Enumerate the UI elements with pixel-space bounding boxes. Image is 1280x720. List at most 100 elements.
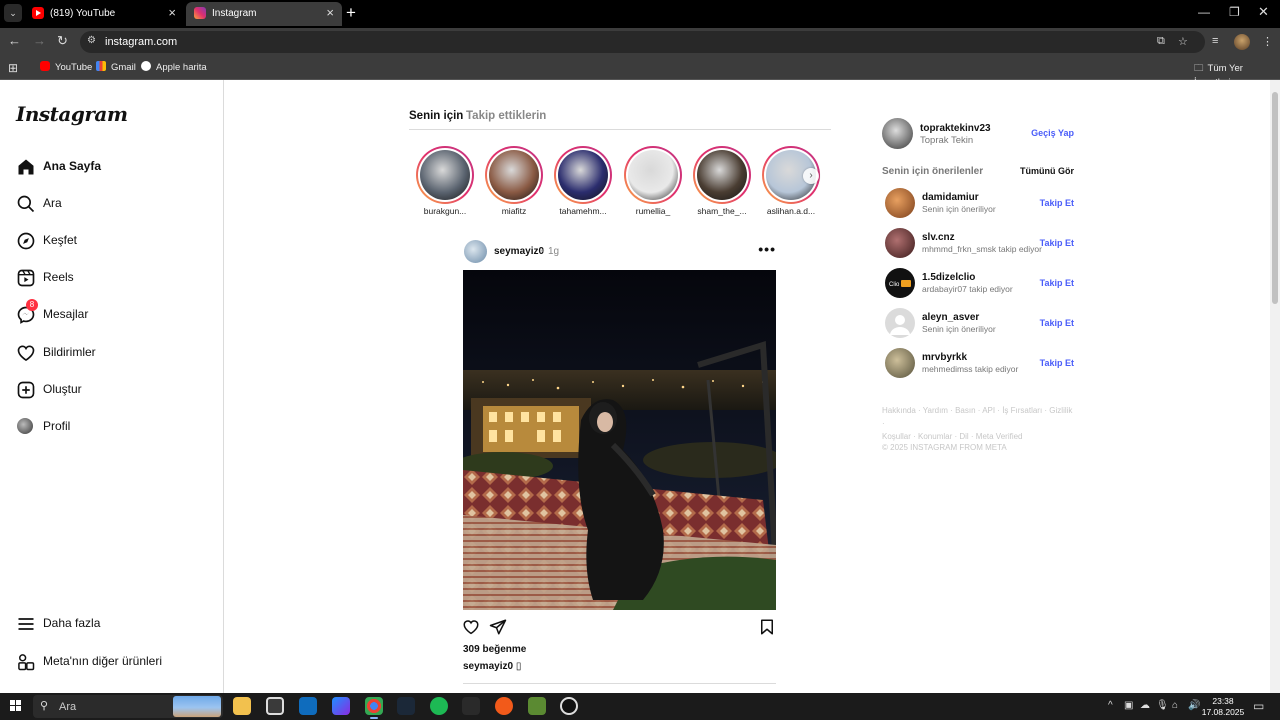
current-user-avatar[interactable]	[882, 118, 913, 149]
switch-account-button[interactable]: Geçiş Yap	[1031, 128, 1074, 138]
apps-grid-icon[interactable]: ⊞	[8, 61, 18, 75]
bookmark-star-icon[interactable]: ☆	[1178, 35, 1188, 48]
follow-button[interactable]: Takip Et	[1040, 238, 1074, 248]
like-heart-icon[interactable]	[462, 618, 480, 636]
volume-icon[interactable]: 🔊	[1188, 700, 1200, 711]
story-item[interactable]: miafitz	[483, 146, 545, 218]
minecraft-icon[interactable]	[528, 697, 546, 715]
suggestion-username[interactable]: mrvbyrkk	[922, 352, 967, 363]
forward-icon[interactable]: →	[33, 33, 46, 48]
sidebar-item-reels[interactable]: Reels	[16, 267, 216, 291]
spotify-icon[interactable]	[430, 697, 448, 715]
suggestion-avatar[interactable]: Clio	[885, 268, 915, 298]
chrome-icon[interactable]	[365, 697, 383, 719]
instagram-logo[interactable]: Instagram	[16, 102, 128, 126]
follow-button[interactable]: Takip Et	[1040, 198, 1074, 208]
close-tab-icon[interactable]: ×	[326, 5, 334, 20]
see-all-button[interactable]: Tümünü Gör	[1020, 166, 1074, 176]
footer-links-line[interactable]: Koşullar · Konumlar · Dil · Meta Verifie…	[882, 430, 1074, 443]
restore-icon[interactable]: ❐	[1229, 5, 1240, 19]
sidebar-item-notifications[interactable]: Bildirimler	[16, 342, 216, 366]
page-scrollbar[interactable]	[1270, 80, 1280, 693]
origin-icon[interactable]	[495, 697, 513, 715]
omnibox[interactable]: ⚙ instagram.com ⧉ ☆	[80, 31, 1205, 53]
sidebar-item-create[interactable]: Oluştur	[16, 379, 216, 403]
cloud-icon[interactable]: ☁	[1140, 700, 1150, 711]
epic-games-icon[interactable]	[462, 697, 480, 715]
sidebar-item-label: Mesajlar	[43, 307, 89, 321]
suggestion-avatar[interactable]	[885, 308, 915, 338]
install-app-icon[interactable]: ⧉	[1157, 35, 1165, 48]
messenger-app-icon[interactable]	[332, 697, 350, 715]
tab-instagram[interactable]: Instagram ×	[186, 2, 342, 26]
scrollbar-thumb[interactable]	[1272, 92, 1278, 304]
tab-search-button[interactable]: ⌄	[4, 4, 22, 22]
story-item[interactable]: burakgun...	[414, 146, 476, 218]
sidebar-item-search[interactable]: Ara	[16, 193, 216, 217]
tab-youtube[interactable]: (819) YouTube ×	[24, 2, 184, 26]
current-user-username[interactable]: topraktekinv23	[920, 123, 991, 134]
clio-logo-icon: Clio	[889, 280, 911, 288]
browser-menu-icon[interactable]: ⋮	[1262, 35, 1273, 48]
windows-start-icon[interactable]	[10, 700, 22, 712]
likes-count[interactable]: 309 beğenme	[463, 644, 526, 655]
bookmark-apple-maps[interactable]: Apple harita	[141, 61, 207, 73]
tab-following[interactable]: Takip ettiklerin	[466, 110, 546, 122]
taskbar-search[interactable]: ⚲ Ara	[33, 695, 223, 718]
follow-button[interactable]: Takip Et	[1040, 358, 1074, 368]
caption-username[interactable]: seymayiz0	[463, 661, 513, 672]
suggestion-username[interactable]: aleyn_asver	[922, 312, 979, 323]
reels-icon	[17, 269, 35, 287]
steam-icon[interactable]	[397, 697, 415, 715]
bookmark-gmail[interactable]: Gmail	[96, 61, 136, 73]
suggestion-username[interactable]: damidamiur	[922, 192, 979, 203]
url-text[interactable]: instagram.com	[105, 36, 177, 48]
story-item[interactable]: rumellia_	[622, 146, 684, 218]
close-tab-icon[interactable]: ×	[168, 5, 176, 20]
site-info-icon[interactable]: ⚙	[87, 35, 96, 46]
reload-icon[interactable]: ↻	[57, 33, 68, 49]
post-author-avatar[interactable]	[464, 240, 487, 263]
story-next-chevron-icon[interactable]: ›	[803, 168, 819, 184]
tray-app-icon[interactable]: ▣	[1124, 700, 1133, 711]
close-window-icon[interactable]: ✕	[1258, 4, 1269, 20]
post-image[interactable]	[463, 270, 776, 610]
outlook-icon[interactable]	[299, 697, 317, 715]
footer-links-line[interactable]: Hakkında · Yardım · Basın · API · İş Fır…	[882, 404, 1074, 430]
back-icon[interactable]: ←	[8, 33, 21, 48]
suggestion-row: aleyn_asver Senin için öneriliyor Takip …	[885, 308, 1074, 340]
share-send-icon[interactable]	[489, 618, 507, 636]
more-options-icon[interactable]: •••	[758, 241, 776, 257]
new-tab-button[interactable]: +	[346, 3, 356, 23]
github-icon[interactable]	[560, 697, 578, 715]
story-item[interactable]: tahamehm...	[552, 146, 614, 218]
sidebar-item-profile[interactable]: Profil	[16, 416, 216, 440]
microsoft-store-icon[interactable]	[266, 697, 284, 715]
tray-chevron-icon[interactable]: ^	[1108, 700, 1113, 711]
sidebar-item-messages[interactable]: 8 Mesajlar	[16, 299, 216, 328]
microphone-icon[interactable]: 🎙	[1156, 700, 1169, 711]
suggestion-username[interactable]: 1.5dizelclio	[922, 272, 975, 283]
bookmark-youtube[interactable]: YouTube	[40, 61, 92, 73]
suggestion-avatar[interactable]	[885, 228, 915, 258]
media-control-icon[interactable]: ≡	[1212, 35, 1218, 47]
network-icon[interactable]: ⌂	[1172, 700, 1178, 711]
file-explorer-icon[interactable]	[233, 697, 251, 715]
taskbar-clock[interactable]: 23:38 17.08.2025	[1200, 696, 1246, 718]
sidebar-item-meta-products[interactable]: Meta'nın diğer ürünleri	[16, 651, 216, 675]
sidebar-item-more[interactable]: Daha fazla	[16, 613, 216, 637]
follow-button[interactable]: Takip Et	[1040, 318, 1074, 328]
post-author-username[interactable]: seymayiz0	[494, 246, 544, 257]
story-item[interactable]: sham_the_...	[691, 146, 753, 218]
follow-button[interactable]: Takip Et	[1040, 278, 1074, 288]
minimize-icon[interactable]: —	[1198, 5, 1210, 19]
notification-center-icon[interactable]: ▭	[1253, 699, 1264, 713]
save-bookmark-icon[interactable]	[758, 618, 776, 636]
sidebar-item-explore[interactable]: Keşfet	[16, 230, 216, 254]
suggestion-username[interactable]: slv.cnz	[922, 232, 955, 243]
tab-for-you[interactable]: Senin için	[409, 110, 463, 122]
sidebar-item-home[interactable]: Ana Sayfa	[16, 156, 216, 180]
suggestion-avatar[interactable]	[885, 188, 915, 218]
suggestion-avatar[interactable]	[885, 348, 915, 378]
browser-profile-avatar[interactable]	[1234, 34, 1250, 50]
